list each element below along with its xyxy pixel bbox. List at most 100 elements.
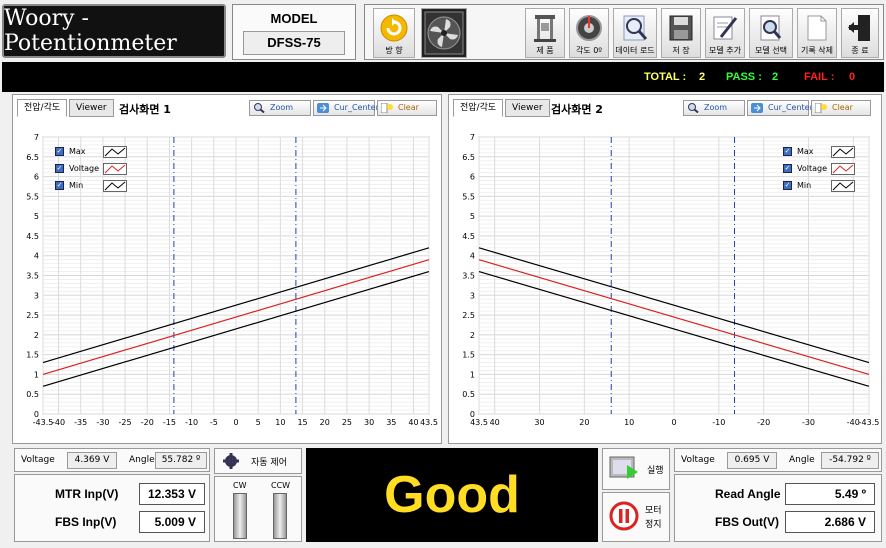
- tab-viewer-2[interactable]: Viewer: [505, 99, 550, 117]
- exit-door-icon: [848, 15, 870, 41]
- fbs-out-value: 2.686 V: [785, 511, 875, 533]
- legend-item-max-2[interactable]: ✓ Max: [783, 143, 855, 160]
- y-tick-label: 0.5: [26, 390, 39, 399]
- legend-label-min-1: Min: [69, 181, 84, 190]
- x-tick-label: -30: [802, 418, 815, 427]
- floppy-icon: [669, 15, 693, 41]
- checkbox-max-1[interactable]: ✓: [55, 147, 64, 156]
- x-tick-label: -10: [712, 418, 725, 427]
- toolbar: 방 향 제 품 각도 0º 데이터 로드 저 장 모델 추가 모델 선택 기록 …: [364, 4, 884, 60]
- direction-switches: CW CCW: [214, 476, 302, 542]
- x-tick-label: 15: [297, 418, 307, 427]
- run-label: 실행: [647, 466, 664, 476]
- y-tick-label: 4: [34, 252, 39, 261]
- x-tick-label: 40: [408, 418, 418, 427]
- mtr-inp-label: MTR Inp(V): [55, 487, 119, 501]
- checkbox-voltage-2[interactable]: ✓: [783, 164, 792, 173]
- zoom-button-1[interactable]: Zoom: [249, 100, 311, 116]
- app-title: Woory - Potentionmeter: [2, 4, 226, 58]
- refresh-arrow-icon: [380, 14, 408, 42]
- clear-button-2[interactable]: Clear: [811, 100, 871, 116]
- fan-icon: [424, 11, 464, 55]
- checkbox-voltage-1[interactable]: ✓: [55, 164, 64, 173]
- direction-button[interactable]: 방 향: [373, 8, 415, 58]
- x-tick-label: 10: [275, 418, 285, 427]
- angle-zero-label: 각도 0º: [575, 46, 603, 55]
- legend-item-voltage-2[interactable]: ✓ Voltage: [783, 160, 855, 177]
- legend-label-min-2: Min: [797, 181, 812, 190]
- product-label: 제 품: [536, 46, 554, 55]
- auto-control-header[interactable]: 자동 제어: [214, 448, 302, 474]
- zoom-label-1: Zoom: [270, 103, 294, 112]
- legend-label-max-1: Max: [69, 147, 86, 156]
- x-tick-label: 43.5: [420, 418, 438, 427]
- fan-button[interactable]: [421, 8, 467, 58]
- delete-record-button[interactable]: 기록 삭제: [797, 8, 837, 58]
- run-button[interactable]: 실행: [602, 448, 670, 490]
- y-tick-label: 4: [470, 252, 475, 261]
- tab-viewer-1[interactable]: Viewer: [69, 99, 114, 117]
- y-tick-label: 1.5: [462, 351, 475, 360]
- save-button[interactable]: 저 장: [661, 8, 701, 58]
- legend-item-voltage-1[interactable]: ✓ Voltage: [55, 160, 127, 177]
- status-bar: TOTAL : 2 PASS : 2 FAIL : 0: [2, 62, 884, 92]
- product-button[interactable]: 제 품: [525, 8, 565, 58]
- data-load-label: 데이터 로드: [615, 46, 655, 55]
- ccw-toggle[interactable]: [273, 493, 287, 539]
- angle-zero-button[interactable]: 각도 0º: [569, 8, 609, 58]
- model-box: MODEL DFSS-75: [232, 4, 356, 60]
- cw-label: CW: [233, 481, 247, 490]
- readout-right: Voltage 0.695 V Angle -54.792 º: [674, 448, 882, 472]
- inspection-panel-2: 전압/각도 Viewer 검사화면 2 Zoom Cur_Center Clea…: [448, 94, 882, 444]
- legend-swatch-max-1: [103, 145, 127, 158]
- legend-label-voltage-1: Voltage: [69, 164, 100, 173]
- voltage-value-right: 0.695 V: [727, 452, 777, 469]
- y-tick-label: 7: [470, 133, 475, 142]
- add-model-label: 모델 추가: [709, 46, 741, 55]
- tab-voltage-angle-2[interactable]: 전압/각도: [453, 99, 504, 117]
- clear-label-2: Clear: [832, 103, 853, 112]
- y-tick-label: 4.5: [462, 232, 475, 241]
- checkbox-min-2[interactable]: ✓: [783, 181, 792, 190]
- cur-center-label-1: Cur_Center: [334, 103, 379, 112]
- motor-stop-button[interactable]: 모터 정지: [602, 492, 670, 542]
- x-tick-label: -20: [757, 418, 770, 427]
- x-tick-label: -10: [185, 418, 198, 427]
- y-tick-label: 3.5: [26, 272, 39, 281]
- direction-label: 방 향: [385, 46, 403, 55]
- gear-icon: [223, 453, 239, 469]
- x-tick-label: -35: [74, 418, 87, 427]
- legend-item-max-1[interactable]: ✓ Max: [55, 143, 127, 160]
- x-tick-label: 0: [671, 418, 676, 427]
- add-model-button[interactable]: 모델 추가: [705, 8, 745, 58]
- y-tick-label: 2: [470, 331, 475, 340]
- legend-item-min-1[interactable]: ✓ Min: [55, 177, 127, 194]
- y-tick-label: 5: [470, 212, 475, 221]
- tab-voltage-angle-1[interactable]: 전압/각도: [17, 99, 68, 117]
- exit-button[interactable]: 종 료: [841, 8, 879, 58]
- y-tick-label: 2: [34, 331, 39, 340]
- cur-center-button-2[interactable]: Cur_Center: [747, 100, 813, 116]
- y-tick-label: 6.5: [26, 153, 39, 162]
- cur-center-button-1[interactable]: Cur_Center: [313, 100, 379, 116]
- exit-label: 종 료: [851, 46, 869, 55]
- select-model-button[interactable]: 모델 선택: [749, 8, 793, 58]
- x-tick-label: -5: [210, 418, 218, 427]
- zoom-button-2[interactable]: Zoom: [683, 100, 745, 116]
- cw-toggle[interactable]: [233, 493, 247, 539]
- x-tick-label: -20: [141, 418, 154, 427]
- chart-legend-2: ✓ Max ✓ Voltage ✓ Min: [783, 143, 855, 194]
- legend-label-voltage-2: Voltage: [797, 164, 828, 173]
- data-load-button[interactable]: 데이터 로드: [613, 8, 657, 58]
- checkbox-min-1[interactable]: ✓: [55, 181, 64, 190]
- legend-item-min-2[interactable]: ✓ Min: [783, 177, 855, 194]
- y-tick-label: 5.5: [26, 192, 39, 201]
- x-tick-label: -30: [96, 418, 109, 427]
- x-tick-label: 43.5: [470, 418, 488, 427]
- checkbox-max-2[interactable]: ✓: [783, 147, 792, 156]
- zoom-magnifier-icon: [253, 103, 265, 114]
- mtr-inp-value: 12.353 V: [139, 483, 205, 505]
- legend-swatch-min-1: [103, 179, 127, 192]
- x-tick-label: -40: [52, 418, 65, 427]
- clear-button-1[interactable]: Clear: [377, 100, 437, 116]
